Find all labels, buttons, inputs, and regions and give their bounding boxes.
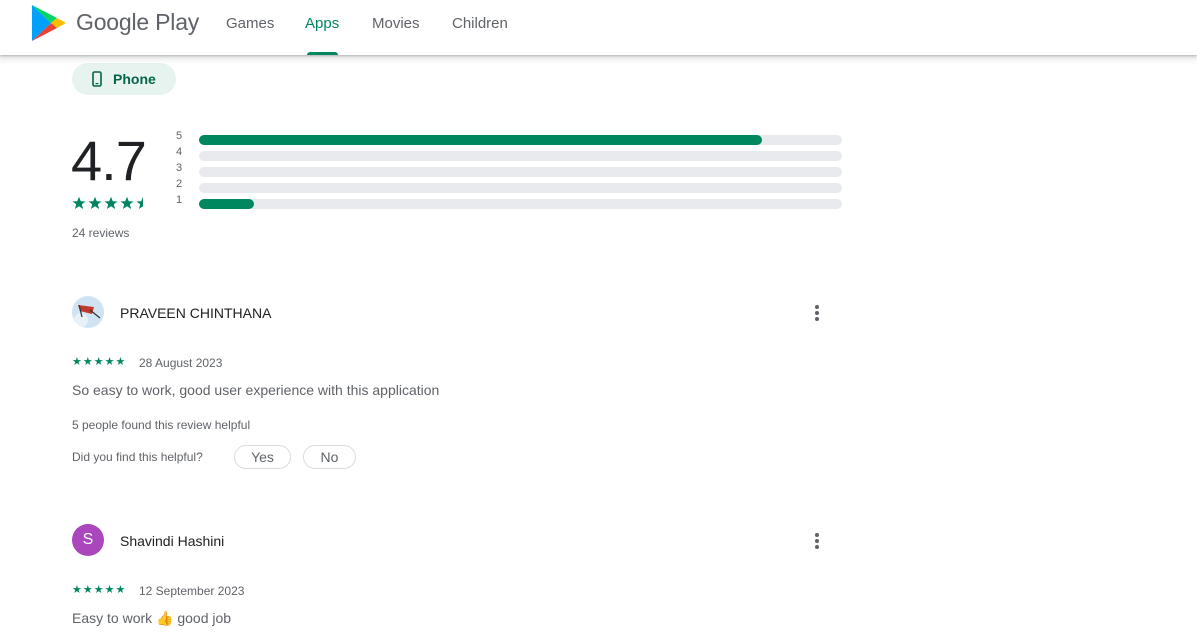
histogram-row-2: 2 (176, 178, 846, 194)
helpful-count: 5 people found this review helpful (72, 418, 251, 432)
histogram-track (199, 183, 842, 193)
device-chip-label: Phone (113, 71, 156, 87)
histogram-track (199, 135, 842, 145)
review-stars: ★★★★★ (72, 584, 127, 596)
google-play-logo-icon[interactable] (31, 4, 67, 42)
histogram-track (199, 151, 842, 161)
average-rating-stars (72, 195, 150, 211)
histogram-label: 4 (176, 146, 183, 158)
avatar (72, 296, 104, 328)
nav-movies[interactable]: Movies (372, 15, 420, 32)
helpful-prompt: Did you find this helpful? (72, 450, 203, 464)
histogram-row-4: 4 (176, 146, 846, 162)
histogram-label: 1 (176, 194, 183, 206)
review-stars: ★★★★★ (72, 356, 127, 368)
review-date: 28 August 2023 (139, 356, 223, 370)
histogram-label: 5 (176, 130, 183, 142)
top-app-bar: Google Play Games Apps Movies Children (0, 0, 1197, 55)
phone-icon (92, 71, 102, 87)
review-date: 12 September 2023 (139, 584, 245, 598)
histogram-fill (199, 135, 762, 145)
more-options-icon[interactable] (808, 531, 826, 551)
review-card: S Shavindi Hashini ★★★★★ 12 September 20… (72, 524, 832, 636)
histogram-track (199, 167, 842, 177)
review-card: PRAVEEN CHINTHANA ★★★★★ 28 August 2023 S… (72, 296, 832, 476)
star-rating-icon (72, 196, 143, 209)
nav-games[interactable]: Games (226, 15, 274, 32)
review-author: Shavindi Hashini (120, 533, 225, 549)
device-filter-chip[interactable]: Phone (72, 63, 176, 95)
more-options-icon[interactable] (808, 303, 826, 323)
review-author: PRAVEEN CHINTHANA (120, 305, 272, 321)
brand-name[interactable]: Google Play (76, 9, 199, 36)
helpful-no-button[interactable]: No (303, 445, 356, 469)
reviews-count: 24 reviews (72, 226, 130, 240)
avatar: S (72, 524, 104, 556)
active-tab-indicator (307, 52, 338, 55)
histogram-row-3: 3 (176, 162, 846, 178)
histogram-row-1: 1 (176, 194, 846, 210)
histogram-label: 2 (176, 178, 183, 190)
review-text: Easy to work 👍 good job (72, 610, 232, 626)
histogram-track (199, 199, 842, 209)
helpful-yes-button[interactable]: Yes (234, 445, 291, 469)
histogram-fill (199, 199, 254, 209)
histogram-row-5: 5 (176, 130, 846, 146)
histogram-label: 3 (176, 162, 183, 174)
review-text: So easy to work, good user experience wi… (72, 382, 440, 398)
profile-picture-icon (72, 296, 104, 328)
nav-children[interactable]: Children (452, 15, 508, 32)
nav-apps[interactable]: Apps (305, 15, 339, 32)
average-rating: 4.7 (71, 129, 147, 192)
